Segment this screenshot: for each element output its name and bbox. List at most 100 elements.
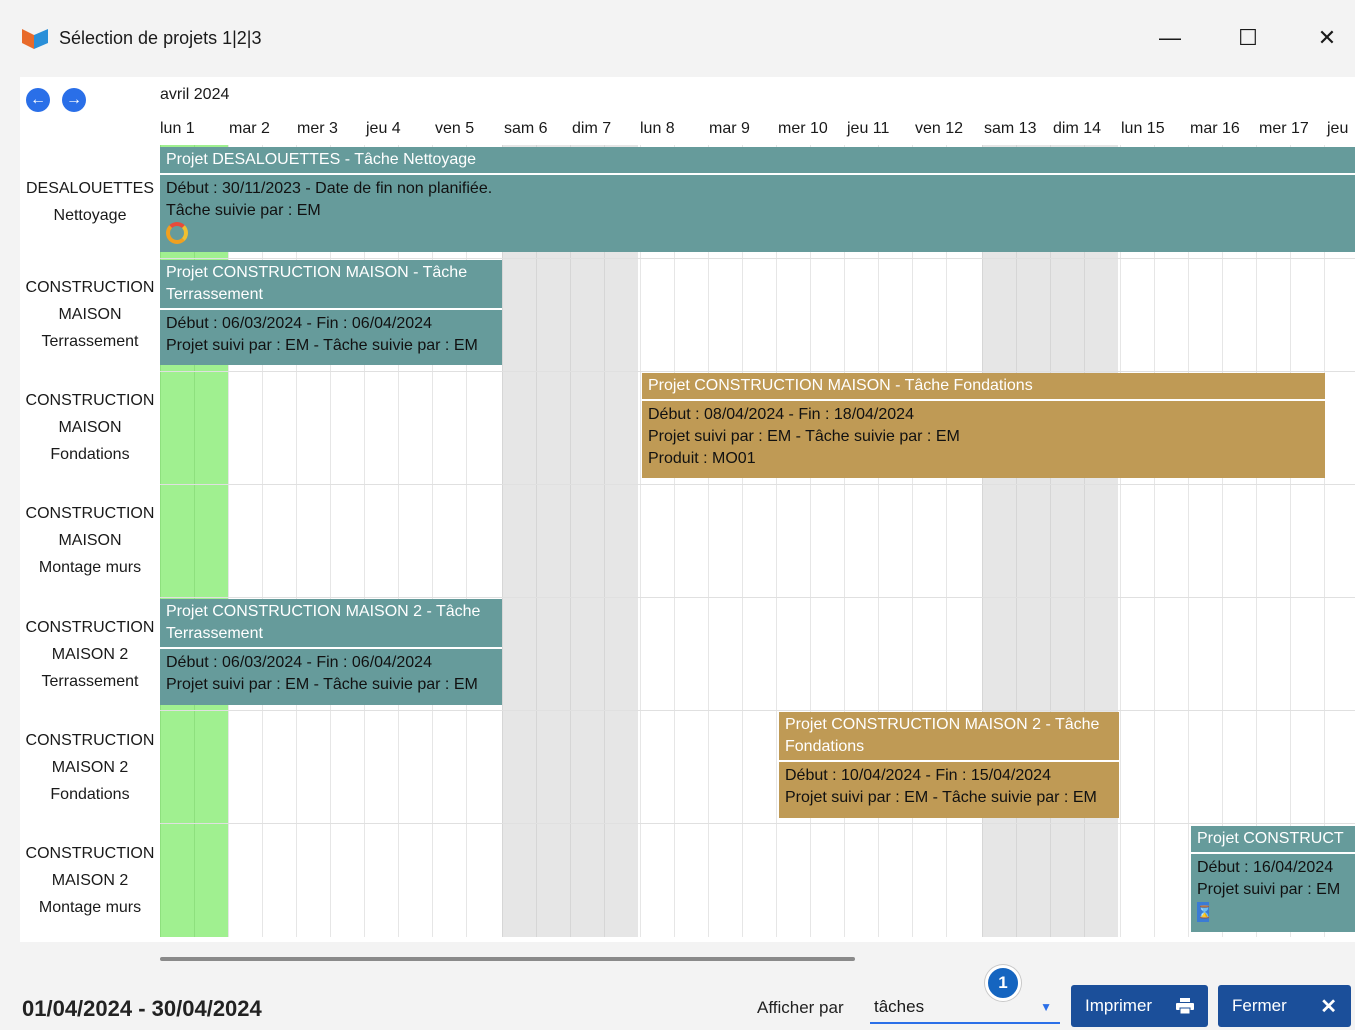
step-badge: 1 — [985, 965, 1021, 1001]
task-dates: Début : 06/03/2024 - Fin : 06/04/2024 — [166, 654, 432, 671]
arrow-left-icon: ← — [30, 91, 46, 108]
grid-column-weekend — [604, 145, 638, 937]
task-header: Projet CONSTRUCTION MAISON - Tâche Terra… — [160, 260, 502, 310]
row-project-suffix: MAISON — [58, 306, 122, 323]
task-bar-fondations[interactable]: Projet CONSTRUCTION MAISON - Tâche Fonda… — [642, 373, 1325, 478]
close-x-icon: ✕ — [1320, 995, 1337, 1018]
grid-column-weekend — [1016, 145, 1050, 937]
row-project: CONSTRUCTION — [25, 845, 155, 862]
minimize-button[interactable]: — — [1148, 20, 1192, 56]
row-label: CONSTRUCTION MAISON 2 Terrassement — [20, 614, 160, 695]
close-icon: ✕ — [1317, 25, 1337, 50]
close-window-button[interactable]: ✕ — [1305, 20, 1349, 56]
date-range: 01/04/2024 - 30/04/2024 — [22, 996, 262, 1021]
grid-column — [1290, 145, 1324, 937]
task-dates: Début : 10/04/2024 - Fin : 15/04/2024 — [785, 767, 1051, 784]
grid-column-weekend — [502, 145, 536, 937]
horizontal-scrollbar[interactable] — [160, 957, 855, 961]
day-header: mar 9 — [709, 120, 750, 137]
chevron-down-icon: ▼ — [1040, 1000, 1052, 1014]
maximize-button[interactable]: ☐ — [1226, 20, 1270, 56]
in-progress-icon — [166, 222, 188, 244]
grid-column — [742, 145, 776, 937]
row-divider — [160, 258, 1355, 259]
task-dates: Début : 30/11/2023 - Date de fin non pla… — [166, 180, 493, 197]
task-header: Projet CONSTRUCTION MAISON 2 - Tâche Fon… — [779, 712, 1119, 762]
row-project-suffix: MAISON — [58, 532, 122, 549]
grid-column-weekend — [570, 145, 604, 937]
next-month-button[interactable]: → — [62, 88, 86, 112]
task-bar-terrassement-2[interactable]: Projet CONSTRUCTION MAISON 2 - Tâche Ter… — [160, 599, 502, 705]
month-label: avril 2024 — [160, 86, 230, 103]
grid-column — [1324, 145, 1355, 937]
grid-column-weekend — [1050, 145, 1084, 937]
task-header: Projet DESALOUETTES - Tâche Nettoyage — [160, 147, 1355, 175]
grid-column — [878, 145, 912, 937]
row-project-suffix: MAISON 2 — [51, 646, 129, 663]
task-followed-by: Projet suivi par : EM - Tâche suivie par… — [648, 428, 960, 445]
row-divider — [160, 484, 1355, 485]
task-dates: Début : 16/04/2024 — [1197, 859, 1334, 876]
day-header: ven 12 — [915, 120, 964, 137]
day-header: mar 16 — [1190, 120, 1240, 137]
task-bar-nettoyage[interactable]: Projet DESALOUETTES - Tâche Nettoyage Dé… — [160, 147, 1355, 252]
grid-column — [708, 145, 742, 937]
day-header: lun 15 — [1121, 120, 1165, 137]
day-header: jeu 4 — [366, 120, 401, 137]
day-header: sam 13 — [984, 120, 1037, 137]
row-project-suffix: MAISON — [58, 419, 122, 436]
grid-column-weekend — [982, 145, 1016, 937]
row-divider — [160, 710, 1355, 711]
day-header: dim 7 — [572, 120, 612, 137]
display-by-select[interactable]: tâches ▼ — [870, 990, 1060, 1024]
grid-column — [1188, 145, 1222, 937]
task-bar-terrassement[interactable]: Projet CONSTRUCTION MAISON - Tâche Terra… — [160, 260, 502, 365]
task-product: Produit : MO01 — [648, 450, 756, 467]
row-task: Terrassement — [41, 673, 139, 690]
display-by-value: tâches — [874, 997, 925, 1016]
task-bar-fondations-2[interactable]: Projet CONSTRUCTION MAISON 2 - Tâche Fon… — [779, 712, 1119, 818]
row-label: CONSTRUCTION MAISON Montage murs — [20, 500, 160, 581]
row-task: Montage murs — [38, 559, 142, 576]
row-divider — [160, 597, 1355, 598]
row-task: Fondations — [50, 786, 130, 803]
task-followed-by: Projet suivi par : EM - Tâche suivie par… — [166, 337, 478, 354]
day-header: lun 8 — [640, 120, 675, 137]
row-label: DESALOUETTES Nettoyage — [20, 175, 160, 229]
grid-column — [1154, 145, 1188, 937]
row-task: Terrassement — [41, 333, 139, 350]
close-label: Fermer — [1232, 996, 1287, 1015]
display-by-label: Afficher par — [757, 998, 844, 1017]
row-divider — [160, 823, 1355, 824]
print-label: Imprimer — [1085, 996, 1153, 1015]
row-project-suffix: MAISON 2 — [51, 872, 129, 889]
day-header: sam 6 — [504, 120, 548, 137]
close-button[interactable]: Fermer ✕ — [1218, 985, 1351, 1027]
row-project: CONSTRUCTION — [25, 392, 155, 409]
grid-column — [810, 145, 844, 937]
arrow-right-icon: → — [66, 91, 82, 108]
task-followed-by: Projet suivi par : EM - Tâche suivie par… — [785, 789, 1097, 806]
grid-column — [674, 145, 708, 937]
prev-month-button[interactable]: ← — [26, 88, 50, 112]
grid-column — [1256, 145, 1290, 937]
printer-icon — [1176, 998, 1194, 1014]
day-header: ven 5 — [435, 120, 475, 137]
row-divider — [160, 371, 1355, 372]
task-bar-montage-murs-2[interactable]: Projet CONSTRUCT Début : 16/04/2024 Proj… — [1191, 826, 1355, 932]
day-header: dim 14 — [1053, 120, 1102, 137]
maximize-icon: ☐ — [1238, 25, 1258, 50]
row-task: Nettoyage — [53, 207, 127, 224]
grid-column-weekend — [536, 145, 570, 937]
grid-column — [1222, 145, 1256, 937]
row-label: CONSTRUCTION MAISON Fondations — [20, 387, 160, 468]
task-followed-by: Tâche suivie par : EM — [166, 202, 321, 219]
print-button[interactable]: Imprimer — [1071, 985, 1208, 1027]
row-project: CONSTRUCTION — [25, 505, 155, 522]
minimize-icon: — — [1159, 25, 1181, 50]
row-project: CONSTRUCTION — [25, 732, 155, 749]
grid-column-weekend — [1084, 145, 1118, 937]
title-bar: Sélection de projets 1|2|3 — ☐ ✕ — [0, 0, 1355, 66]
hourglass-icon: ⌛ — [1197, 902, 1212, 922]
task-header: Projet CONSTRUCTION MAISON 2 - Tâche Ter… — [160, 599, 502, 649]
